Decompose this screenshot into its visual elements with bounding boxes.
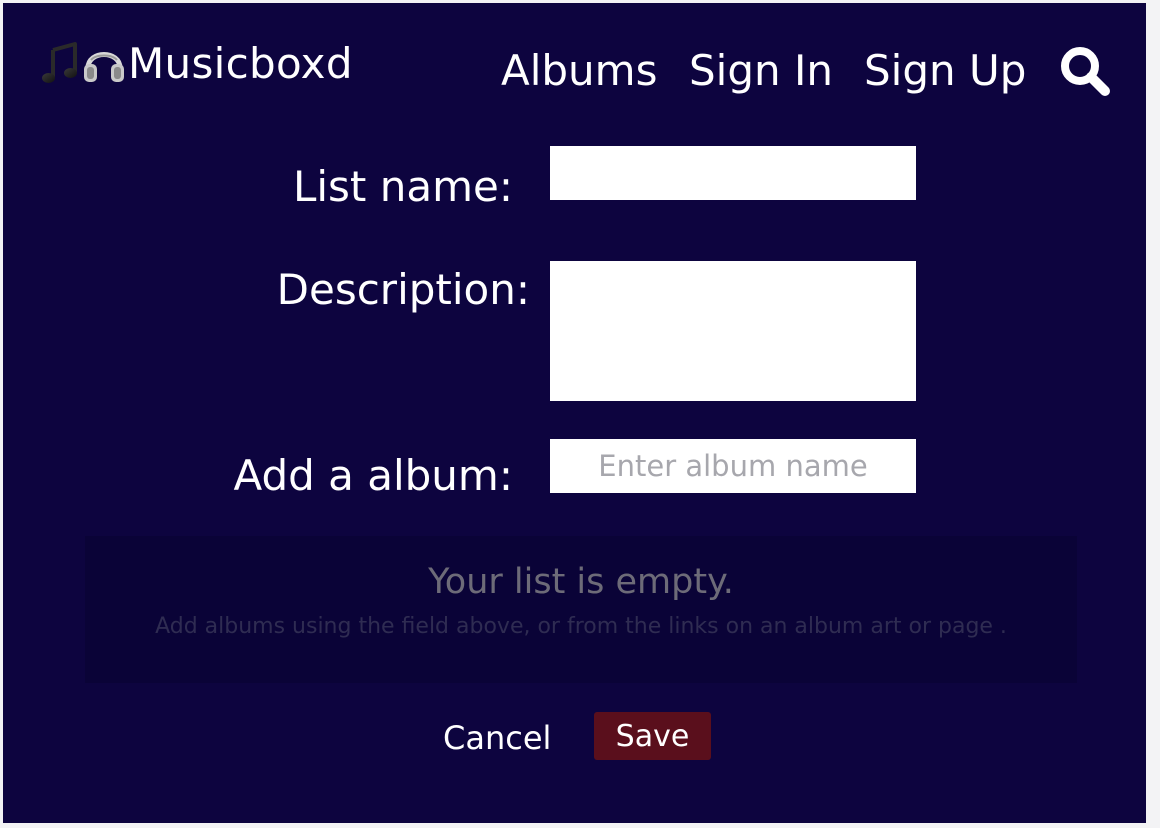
music-note-icon [40,40,82,86]
list-name-input[interactable] [550,146,916,200]
empty-list-hint: Add albums using the field above, or fro… [155,614,1007,639]
description-label: Description: [276,265,530,314]
empty-list-panel: Your list is empty. Add albums using the… [85,536,1077,683]
cancel-button[interactable]: Cancel [443,719,551,757]
search-icon[interactable] [1057,44,1113,100]
logo-text: Musicboxd [128,38,353,88]
description-textarea[interactable] [550,261,916,401]
nav-sign-up-link[interactable]: Sign Up [864,43,1026,99]
add-album-label: Add a album: [233,451,513,500]
empty-list-title: Your list is empty. [428,562,734,602]
list-name-label: List name: [292,162,513,211]
headphones-icon [82,40,126,86]
add-album-input[interactable] [550,439,916,493]
save-button[interactable]: Save [594,712,711,760]
nav-sign-in-link[interactable]: Sign In [689,43,833,99]
nav-albums-link[interactable]: Albums [501,43,657,99]
app-window: Musicboxd Albums Sign In Sign Up List na… [3,3,1146,823]
logo[interactable]: Musicboxd [40,37,353,89]
